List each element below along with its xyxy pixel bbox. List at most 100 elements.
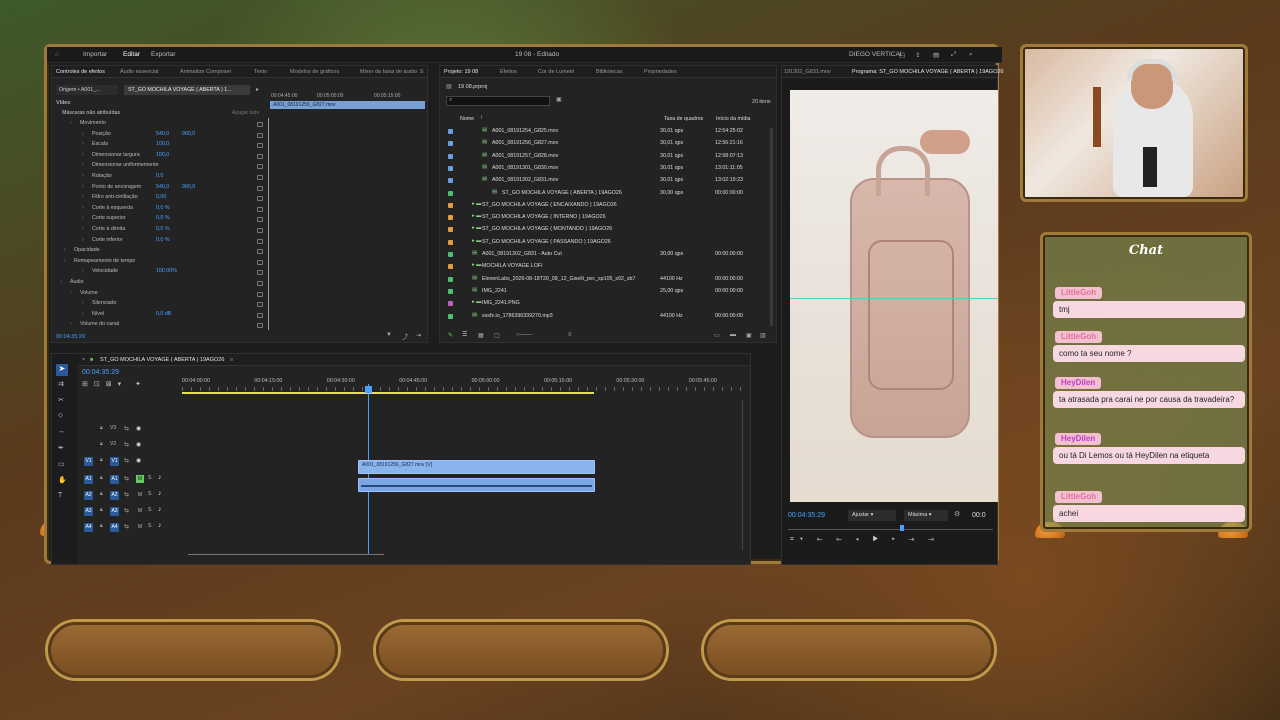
mute-button[interactable]: M [136,475,144,483]
project-item[interactable]: ▤ sssfx.io_1786396339270.mp3 44100 Hz 00:00… [442,311,772,323]
tab-text[interactable]: Texto [254,69,267,75]
label-color-swatch[interactable] [448,153,453,159]
tab-effect-controls[interactable]: Controles de efeitos [56,69,105,75]
menu-export[interactable]: Exportar [151,51,176,58]
label-color-swatch[interactable] [448,276,453,282]
slip-tool-icon[interactable]: ↔ [58,428,65,435]
rectangle-tool-icon[interactable]: ▭ [58,460,65,468]
voiceover-mic-icon[interactable]: ♪ [158,474,162,481]
clear-masks-button[interactable]: Apagar tudo [232,110,259,116]
timeline-h-scrollbar[interactable] [188,554,384,558]
reset-icon[interactable] [257,185,263,191]
track-select-tool-icon[interactable]: ⇉ [58,380,64,388]
transport-controls[interactable]: ⌗▾ ⇤ ⇤ ◂ ▶ ▸ ⇥ ⇥ [790,536,940,544]
reset-icon[interactable] [257,153,263,159]
reset-icon[interactable] [257,291,263,297]
tab-libraries[interactable]: Bibliotecas [596,69,623,75]
workspace-icon[interactable]: ▢ [899,51,905,59]
label-color-swatch[interactable] [448,165,453,171]
property-value[interactable]: 100,0 [156,152,169,158]
new-item-icon[interactable]: ▣ [746,332,752,339]
tab-animation-composer[interactable]: Animation Composer [180,69,231,75]
track-label[interactable]: A1 [110,475,119,484]
program-monitor-tab[interactable]: Programa: ST_GO MOCHILA VOYAGE ( ABERTA … [852,69,1004,75]
expand-icon[interactable]: › [70,290,72,296]
label-color-swatch[interactable] [448,129,453,134]
property-value[interactable]: 0,0 [156,173,163,179]
reset-icon[interactable] [257,206,263,212]
expand-icon[interactable]: › [82,226,84,232]
reset-icon[interactable] [257,175,263,180]
expand-icon[interactable]: › [82,205,84,211]
video-clip[interactable]: A001_08191256_G827.mov [V] [358,460,595,474]
project-item[interactable]: ▤ A001_08191254_G825.mov 30,01 qps 12:54:25… [442,126,772,138]
reset-icon[interactable] [257,323,263,329]
voiceover-mic-icon[interactable]: ♪ [158,506,162,513]
lock-icon[interactable]: 🔒︎ [100,457,103,463]
fullscreen-icon[interactable]: ⤢ [951,51,956,59]
menu-edit[interactable]: Editar [123,51,140,58]
project-scrollbar[interactable] [770,128,773,326]
property-value[interactable]: 0,0 dB [156,311,171,317]
program-playhead[interactable] [900,525,904,531]
project-item[interactable]: ▤ A001_08191256_G827.mov 30,01 qps 12:56:21… [442,138,772,150]
audio-clip[interactable] [358,478,595,492]
tab-essential-audio[interactable]: Áudio essencial [120,69,159,75]
expand-icon[interactable]: › [82,215,84,221]
header-media-start[interactable]: Início da mídia [716,116,750,122]
property-value[interactable]: 0,00 [156,194,166,200]
sort-icon[interactable]: ≡ [568,332,572,338]
mute-button[interactable]: M [136,507,144,515]
property-value[interactable]: 540,0 [156,184,169,190]
expand-icon[interactable]: › [82,162,84,168]
freeform-view-icon[interactable]: ▢ [494,332,500,339]
folder-icon[interactable]: ▬ [730,332,736,338]
wrench-icon[interactable]: ⚙ [954,510,960,518]
property-value[interactable]: 0,0 % [156,237,170,243]
ripple-edit-tool-icon[interactable]: ✂ [58,396,64,404]
lock-icon[interactable]: 🔒︎ [100,507,103,513]
label-color-swatch[interactable] [448,178,453,184]
project-item[interactable]: ▸ ▬ ST_GO MOCHILA VOYAGE ( ENCAIXANDO ) 1… [442,200,772,212]
header-name[interactable]: Nome [460,116,474,122]
source-patch[interactable]: A1 [84,475,93,484]
label-color-swatch[interactable] [448,252,453,257]
reset-icon[interactable] [257,122,263,127]
expand-icon[interactable]: › [82,152,84,158]
eye-icon[interactable]: ◉ [136,425,141,432]
playhead-handle[interactable] [365,386,372,393]
property-value[interactable]: 540,0 [156,131,169,137]
lock-icon[interactable]: 🔒︎ [100,425,103,431]
track-label[interactable]: V1 [110,457,119,466]
sync-lock-icon[interactable]: ⇆ [124,507,129,514]
workspace-label[interactable]: DIEGO VERTICAL [849,51,903,58]
label-color-swatch[interactable] [448,239,453,245]
label-color-swatch[interactable] [448,190,453,196]
voiceover-mic-icon[interactable]: ♪ [158,490,162,497]
program-scrubber[interactable] [788,526,993,530]
tab-properties[interactable]: Propriedades [644,69,677,75]
new-bin-icon[interactable]: ▣ [556,96,562,103]
property-value[interactable]: 100,00% [156,268,177,274]
reset-icon[interactable] [257,143,263,149]
expand-icon[interactable]: › [82,311,84,317]
clip-dropdown[interactable]: ST_GO MOCHILA VOYAGE ( ABERTA ) 1... [124,85,250,95]
tab-project[interactable]: Projeto: 19 08 [444,69,478,75]
property-value[interactable]: 100,0 [156,141,169,147]
quality-dropdown[interactable]: Máxima ▾ [904,510,948,521]
project-item[interactable]: ▤ IMG_2241 25,00 qps 00:00:00:00 [442,286,772,298]
solo-button[interactable]: S [148,523,151,529]
source-patch[interactable]: A4 [84,523,93,532]
lock-icon[interactable]: 🔒︎ [100,441,103,447]
track-label[interactable]: V2 [110,441,116,447]
expand-icon[interactable]: › [82,141,84,147]
eye-icon[interactable]: ◉ [136,441,141,448]
expand-icon[interactable]: › [70,321,72,327]
share-icon[interactable]: ⇪ [915,51,920,59]
property-value[interactable]: 0,0 % [156,215,170,221]
fit-dropdown[interactable]: Ajustar ▾ [848,510,896,521]
tab-audio-mixer[interactable]: Mixer da faixa de áudio: S [360,69,424,75]
sync-lock-icon[interactable]: ⇆ [124,491,129,498]
solo-button[interactable]: S [148,491,151,497]
timeline-ruler[interactable]: 00:04:00:00 00:04:15:00 00:04:30:00 00:04:4… [182,378,747,392]
